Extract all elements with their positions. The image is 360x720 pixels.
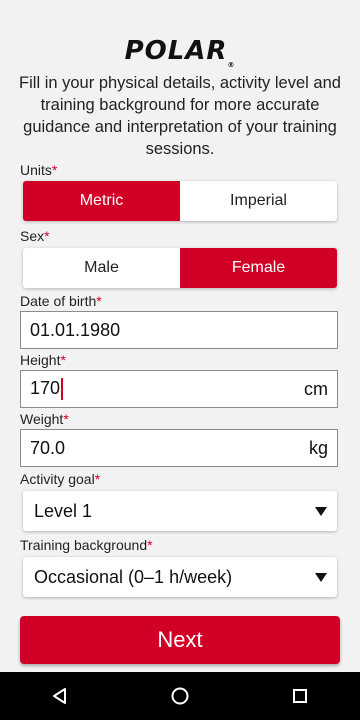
- units-segmented-control: Metric Imperial: [23, 181, 337, 221]
- height-unit: cm: [304, 378, 328, 399]
- text-cursor: [61, 378, 64, 401]
- sex-female-option[interactable]: Female: [180, 248, 337, 288]
- weight-field[interactable]: 70.0 kg: [20, 429, 338, 467]
- system-nav-bar: [0, 672, 360, 720]
- weight-label: Weight*: [20, 411, 69, 427]
- home-icon[interactable]: [150, 672, 210, 720]
- polar-logo: POLAR®: [124, 36, 236, 69]
- weight-unit: kg: [308, 437, 328, 458]
- back-icon[interactable]: [30, 672, 90, 720]
- activity-goal-label: Activity goal*: [20, 471, 101, 487]
- sex-segmented-control: Male Female: [23, 248, 337, 288]
- status-bar: [0, 0, 360, 28]
- height-field[interactable]: 170 cm: [20, 370, 338, 408]
- activity-goal-value: Level 1: [34, 500, 93, 521]
- height-label: Height*: [20, 352, 66, 368]
- dropdown-arrow-icon: [315, 572, 327, 582]
- recents-icon[interactable]: [270, 672, 330, 720]
- training-background-dropdown[interactable]: Occasional (0–1 h/week): [23, 557, 337, 597]
- units-label: Units*: [20, 162, 58, 178]
- dob-label: Date of birth*: [20, 293, 102, 309]
- sex-male-option[interactable]: Male: [23, 248, 180, 288]
- height-value: 170: [21, 378, 304, 401]
- dob-field[interactable]: 01.01.1980: [20, 311, 338, 349]
- dropdown-arrow-icon: [315, 506, 327, 516]
- weight-value: 70.0: [30, 437, 66, 458]
- sex-label: Sex*: [20, 228, 50, 244]
- activity-goal-dropdown[interactable]: Level 1: [23, 491, 337, 531]
- units-metric-option[interactable]: Metric: [23, 181, 180, 221]
- intro-text: Fill in your physical details, activity …: [19, 74, 341, 158]
- next-button[interactable]: Next: [20, 616, 340, 664]
- training-background-label: Training background*: [20, 537, 153, 553]
- units-imperial-option[interactable]: Imperial: [180, 181, 337, 221]
- training-background-value: Occasional (0–1 h/week): [34, 566, 233, 587]
- dob-value: 01.01.1980: [30, 319, 121, 340]
